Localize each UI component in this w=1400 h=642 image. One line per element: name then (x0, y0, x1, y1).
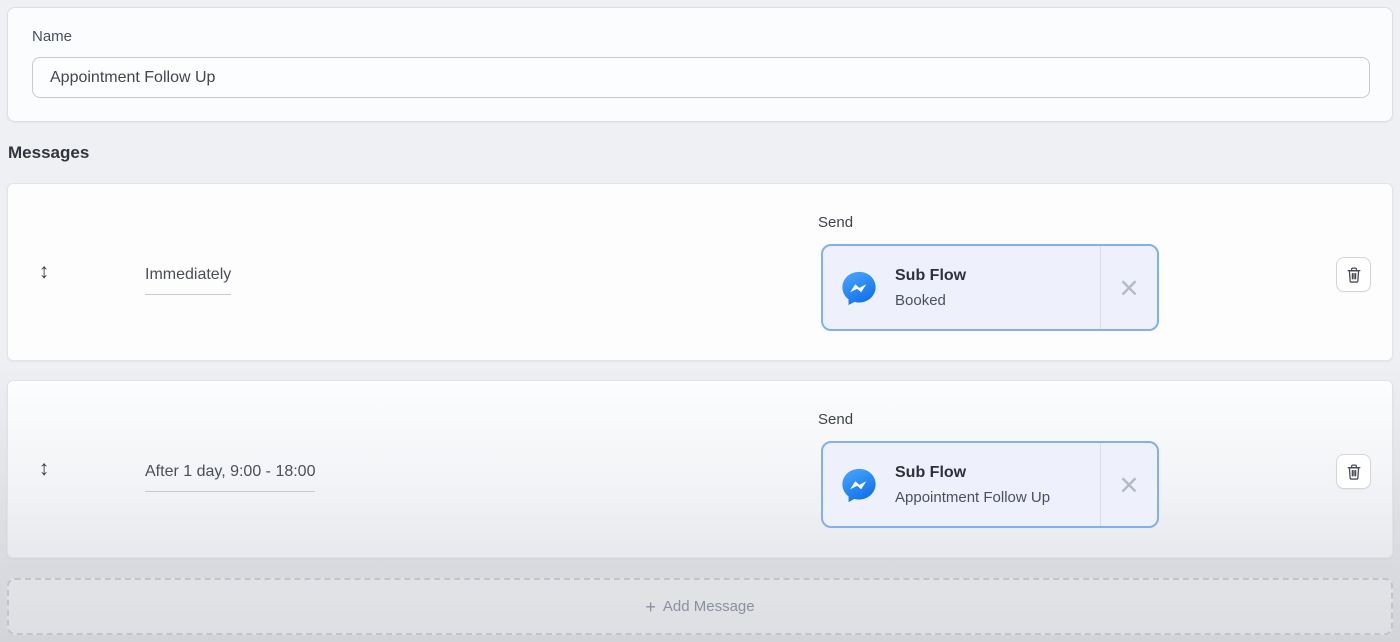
add-message-button[interactable]: + Add Message (7, 578, 1393, 635)
plus-icon: + (645, 596, 656, 617)
name-card: Name (7, 7, 1393, 122)
close-icon[interactable]: × (1100, 443, 1157, 526)
sequence-editor-page: Name Messages ↕ Immediately Send (0, 0, 1400, 642)
trash-icon (1347, 463, 1360, 480)
subflow-chip-texts: Sub Flow Booked (895, 267, 966, 309)
add-message-label: Add Message (662, 598, 755, 615)
messenger-icon (842, 271, 876, 305)
subflow-chip-title: Sub Flow (895, 266, 967, 284)
subflow-chip[interactable]: Sub Flow Booked × (821, 244, 1159, 331)
subflow-chip-texts: Sub Flow Appointment Follow Up (895, 464, 1050, 506)
subflow-chip-flow-name: Appointment Follow Up (895, 488, 1051, 506)
send-label: Send (818, 214, 854, 231)
name-input[interactable] (32, 57, 1370, 98)
schedule-select[interactable]: After 1 day, 9:00 - 18:00 (145, 463, 316, 492)
delete-message-button[interactable] (1336, 257, 1371, 292)
messages-heading: Messages (8, 143, 90, 162)
drag-handle-icon[interactable]: ↕ (32, 455, 56, 483)
subflow-chip-title: Sub Flow (895, 463, 967, 481)
messenger-icon (842, 468, 876, 502)
close-icon[interactable]: × (1100, 246, 1157, 329)
send-label: Send (818, 411, 854, 428)
drag-handle-icon[interactable]: ↕ (32, 258, 56, 286)
subflow-chip[interactable]: Sub Flow Appointment Follow Up × (821, 441, 1159, 528)
delete-message-button[interactable] (1336, 454, 1371, 489)
message-row: ↕ Immediately Send Sub Flow Booked × (7, 183, 1393, 361)
name-label: Name (32, 28, 73, 45)
trash-icon (1347, 266, 1360, 283)
message-row: ↕ After 1 day, 9:00 - 18:00 Send Sub Flo… (7, 380, 1393, 558)
subflow-chip-body[interactable]: Sub Flow Appointment Follow Up (823, 443, 1100, 526)
subflow-chip-body[interactable]: Sub Flow Booked (823, 246, 1100, 329)
subflow-chip-flow-name: Booked (895, 291, 946, 309)
schedule-select[interactable]: Immediately (145, 266, 232, 295)
